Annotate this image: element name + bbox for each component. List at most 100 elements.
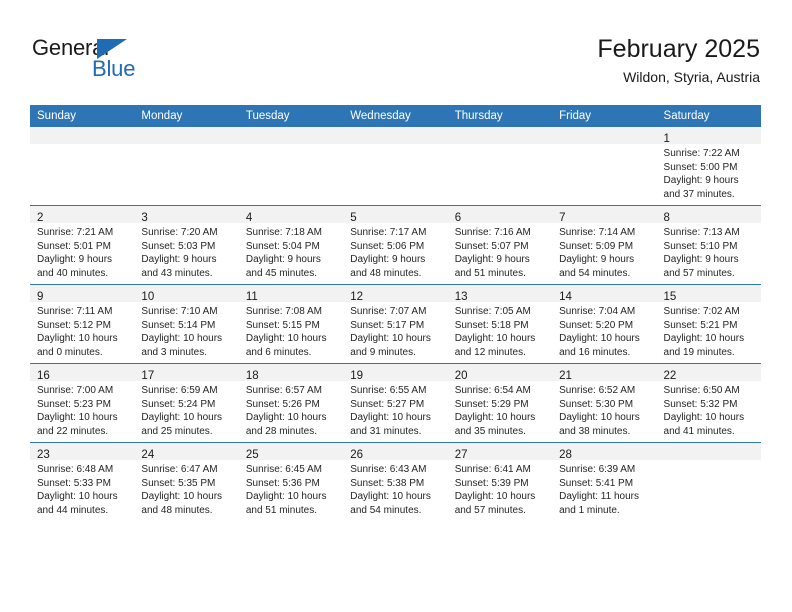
page-subtitle: Wildon, Styria, Austria xyxy=(623,69,760,85)
weekday-header-tuesday: Tuesday xyxy=(238,105,344,127)
sunrise-time: Sunrise: 7:16 AM xyxy=(454,227,531,238)
sunset-time: Sunset: 5:17 PM xyxy=(350,319,425,331)
calendar-day-cell[interactable]: 15 Sunrise: 7:02 AM Sunset: 5:21 PM Dayligh… xyxy=(656,284,761,364)
calendar-day-cell[interactable]: 24 Sunrise: 6:47 AM Sunset: 5:35 PM Dayligh… xyxy=(134,442,239,521)
daylight-duration-line1: Daylight: 10 hours xyxy=(350,491,431,503)
day-number-band: 25 xyxy=(238,443,344,461)
calendar-day-cell-empty xyxy=(30,127,135,206)
daylight-duration-line2: and 40 minutes. xyxy=(37,267,109,279)
day-number: 13 xyxy=(454,291,468,303)
calendar-day-cell[interactable]: 12 Sunrise: 7:07 AM Sunset: 5:17 PM Dayligh… xyxy=(343,284,448,364)
day-details: Sunrise: 6:39 AM Sunset: 5:41 PM Daylight:… xyxy=(552,460,656,517)
calendar-day-cell[interactable]: 3 Sunrise: 7:20 AM Sunset: 5:03 PM Daylight… xyxy=(134,205,239,285)
sunrise-time: Sunrise: 7:17 AM xyxy=(350,227,427,238)
day-number-band: 8 xyxy=(656,206,761,224)
calendar-day-cell[interactable]: 21 Sunrise: 6:52 AM Sunset: 5:30 PM Dayligh… xyxy=(552,363,657,443)
calendar-day-cell[interactable]: 25 Sunrise: 6:45 AM Sunset: 5:36 PM Dayligh… xyxy=(238,442,344,521)
sunset-time: Sunset: 5:07 PM xyxy=(454,240,529,252)
day-number-band: 23 xyxy=(30,443,135,461)
day-number: 11 xyxy=(245,291,258,303)
calendar-day-cell[interactable]: 8 Sunrise: 7:13 AM Sunset: 5:10 PM Daylight… xyxy=(656,205,761,285)
daylight-duration-line2: and 51 minutes. xyxy=(454,267,526,279)
daylight-duration-line1: Daylight: 10 hours xyxy=(350,333,431,345)
day-details: Sunrise: 6:55 AM Sunset: 5:27 PM Daylight:… xyxy=(343,381,447,438)
calendar-day-cell[interactable]: 19 Sunrise: 6:55 AM Sunset: 5:27 PM Dayligh… xyxy=(343,363,448,443)
daylight-duration-line2: and 6 minutes. xyxy=(245,346,312,358)
weekday-header-saturday: Saturday xyxy=(656,105,761,127)
sunset-time: Sunset: 5:21 PM xyxy=(663,319,738,331)
sunset-time: Sunset: 5:36 PM xyxy=(245,477,320,489)
day-number-band xyxy=(30,127,135,144)
calendar-day-cell[interactable]: 5 Sunrise: 7:17 AM Sunset: 5:06 PM Daylight… xyxy=(343,205,448,285)
day-cell-content: 2 Sunrise: 7:21 AM Sunset: 5:01 PM Daylight… xyxy=(30,206,135,284)
calendar-day-cell[interactable]: 22 Sunrise: 6:50 AM Sunset: 5:32 PM Dayligh… xyxy=(656,363,761,443)
day-number-band: 16 xyxy=(30,364,135,382)
day-details: Sunrise: 6:50 AM Sunset: 5:32 PM Daylight:… xyxy=(657,381,761,438)
daylight-duration-line1: Daylight: 10 hours xyxy=(663,333,745,345)
calendar-day-cell[interactable]: 6 Sunrise: 7:16 AM Sunset: 5:07 PM Daylight… xyxy=(447,205,553,285)
calendar-day-cell[interactable]: 11 Sunrise: 7:08 AM Sunset: 5:15 PM Dayligh… xyxy=(238,284,344,364)
calendar-day-cell[interactable]: 18 Sunrise: 6:57 AM Sunset: 5:26 PM Dayligh… xyxy=(238,363,344,443)
sunrise-time: Sunrise: 6:45 AM xyxy=(245,464,322,475)
calendar-day-cell[interactable]: 16 Sunrise: 7:00 AM Sunset: 5:23 PM Dayligh… xyxy=(30,363,135,443)
sunrise-time: Sunrise: 6:48 AM xyxy=(37,464,114,475)
day-number-band: 7 xyxy=(552,206,657,224)
calendar-day-cell[interactable]: 20 Sunrise: 6:54 AM Sunset: 5:29 PM Dayligh… xyxy=(447,363,553,443)
day-cell-content: 11 Sunrise: 7:08 AM Sunset: 5:15 PM Dayligh… xyxy=(238,285,344,363)
sunrise-time: Sunrise: 7:11 AM xyxy=(37,306,113,317)
calendar-day-cell[interactable]: 7 Sunrise: 7:14 AM Sunset: 5:09 PM Daylight… xyxy=(552,205,657,285)
calendar-day-cell[interactable]: 23 Sunrise: 6:48 AM Sunset: 5:33 PM Dayligh… xyxy=(30,442,135,521)
calendar-table: Sunday Monday Tuesday Wednesday Thursday… xyxy=(30,105,761,521)
calendar-day-cell[interactable]: 28 Sunrise: 6:39 AM Sunset: 5:41 PM Dayligh… xyxy=(552,442,657,521)
day-cell-content: 6 Sunrise: 7:16 AM Sunset: 5:07 PM Daylight… xyxy=(447,206,553,284)
day-cell-content: 17 Sunrise: 6:59 AM Sunset: 5:24 PM Dayligh… xyxy=(134,364,239,442)
day-number-band: 4 xyxy=(238,206,344,224)
day-cell-content: 4 Sunrise: 7:18 AM Sunset: 5:04 PM Daylight… xyxy=(238,206,344,284)
calendar-day-cell[interactable]: 14 Sunrise: 7:04 AM Sunset: 5:20 PM Dayligh… xyxy=(552,284,657,364)
day-cell-content: 21 Sunrise: 6:52 AM Sunset: 5:30 PM Dayligh… xyxy=(552,364,657,442)
calendar-day-cell[interactable]: 2 Sunrise: 7:21 AM Sunset: 5:01 PM Daylight… xyxy=(30,205,135,285)
day-number-band xyxy=(134,127,239,144)
day-cell-content: 18 Sunrise: 6:57 AM Sunset: 5:26 PM Dayligh… xyxy=(238,364,344,442)
general-blue-logo: General Blue xyxy=(32,36,182,86)
calendar-day-cell[interactable]: 1 Sunrise: 7:22 AM Sunset: 5:00 PM Daylight… xyxy=(656,127,761,206)
day-cell-content: 20 Sunrise: 6:54 AM Sunset: 5:29 PM Dayligh… xyxy=(447,364,553,442)
weekday-header-wednesday: Wednesday xyxy=(343,105,448,127)
daylight-duration-line2: and 43 minutes. xyxy=(141,267,213,279)
calendar-day-cell[interactable]: 13 Sunrise: 7:05 AM Sunset: 5:18 PM Dayligh… xyxy=(447,284,553,364)
sunset-time: Sunset: 5:20 PM xyxy=(559,319,634,331)
day-details: Sunrise: 7:21 AM Sunset: 5:01 PM Daylight:… xyxy=(30,223,134,280)
day-number: 7 xyxy=(559,212,566,224)
day-number: 5 xyxy=(350,212,357,224)
sunrise-time: Sunrise: 7:22 AM xyxy=(663,148,740,159)
sunrise-time: Sunrise: 7:21 AM xyxy=(37,227,114,238)
daylight-duration-line2: and 28 minutes. xyxy=(245,425,318,437)
logo-text-blue: Blue xyxy=(92,56,136,81)
day-cell-content: 24 Sunrise: 6:47 AM Sunset: 5:35 PM Dayligh… xyxy=(134,443,239,521)
calendar-day-cell[interactable]: 26 Sunrise: 6:43 AM Sunset: 5:38 PM Dayligh… xyxy=(343,442,448,521)
day-number: 26 xyxy=(350,449,364,461)
daylight-duration-line1: Daylight: 11 hours xyxy=(559,491,639,503)
calendar-day-cell-empty xyxy=(343,127,448,206)
daylight-duration-line1: Daylight: 10 hours xyxy=(141,491,223,503)
daylight-duration-line2: and 38 minutes. xyxy=(559,425,631,437)
calendar-day-cell[interactable]: 9 Sunrise: 7:11 AM Sunset: 5:12 PM Daylight… xyxy=(30,284,135,364)
day-number: 12 xyxy=(350,291,364,303)
day-number-band: 3 xyxy=(134,206,239,224)
sunrise-time: Sunrise: 7:04 AM xyxy=(559,306,636,317)
day-details: Sunrise: 6:48 AM Sunset: 5:33 PM Daylight:… xyxy=(30,460,134,517)
calendar-week-row: 16 Sunrise: 7:00 AM Sunset: 5:23 PM Dayligh… xyxy=(30,363,761,443)
calendar-day-cell-empty xyxy=(134,127,239,206)
day-cell-content: 16 Sunrise: 7:00 AM Sunset: 5:23 PM Dayligh… xyxy=(30,364,135,442)
sunset-time: Sunset: 5:30 PM xyxy=(559,398,634,410)
calendar-day-cell[interactable]: 4 Sunrise: 7:18 AM Sunset: 5:04 PM Daylight… xyxy=(238,205,344,285)
day-details: Sunrise: 7:02 AM Sunset: 5:21 PM Daylight:… xyxy=(657,302,761,359)
weekday-header-thursday: Thursday xyxy=(447,105,553,127)
calendar-day-cell[interactable]: 27 Sunrise: 6:41 AM Sunset: 5:39 PM Dayligh… xyxy=(447,442,553,521)
day-cell-content xyxy=(134,127,239,205)
day-number-band xyxy=(552,127,657,144)
daylight-duration-line2: and 1 minute. xyxy=(559,504,620,516)
day-details: Sunrise: 6:54 AM Sunset: 5:29 PM Daylight:… xyxy=(448,381,552,438)
calendar-day-cell[interactable]: 17 Sunrise: 6:59 AM Sunset: 5:24 PM Dayligh… xyxy=(134,363,239,443)
calendar-day-cell[interactable]: 10 Sunrise: 7:10 AM Sunset: 5:14 PM Dayligh… xyxy=(134,284,239,364)
